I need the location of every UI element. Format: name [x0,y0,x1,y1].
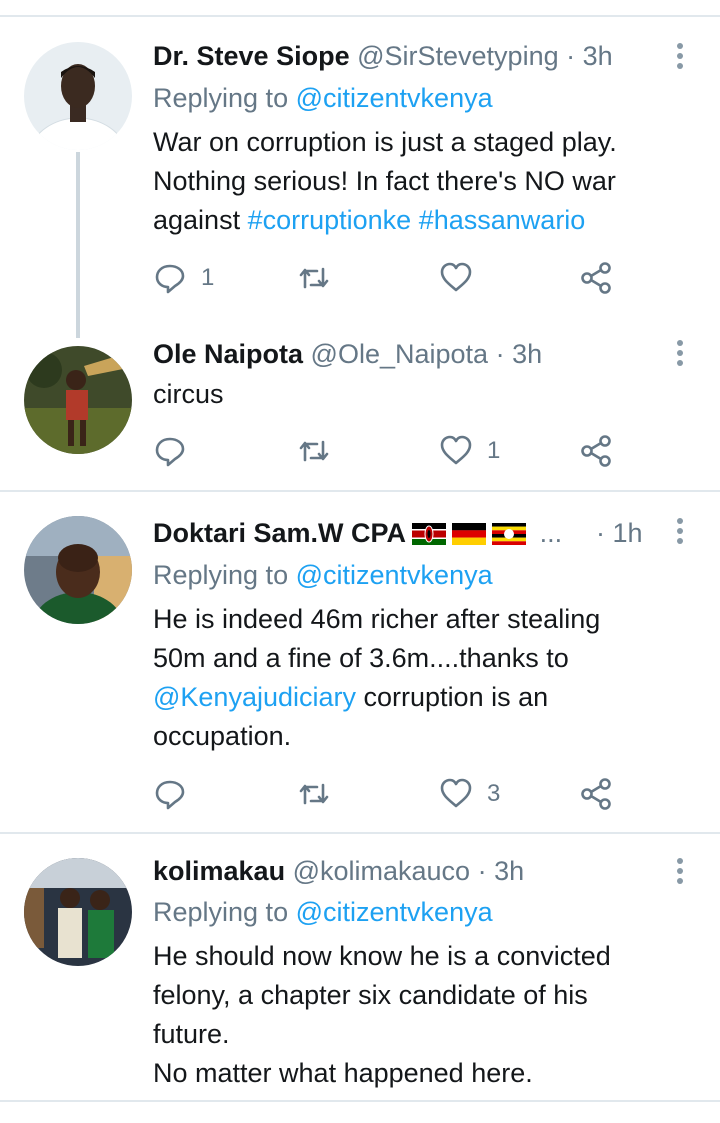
like-button[interactable] [439,260,487,296]
handle[interactable]: @SirStevetyping [357,41,559,71]
tweet-header: Dr. Steve Siope @SirStevetyping · 3h [153,40,613,72]
display-name[interactable]: kolimakau [153,856,285,886]
tweet-header: Doktari Sam.W CPA ... [153,517,562,549]
mention-link[interactable]: @Kenyajudiciary [153,682,356,712]
tweet-text-line: against [153,205,241,235]
replying-prefix: Replying to [153,83,289,113]
timestamp[interactable]: · 3h [566,41,613,71]
tweet-text: He should now know he is a convicted fel… [153,937,693,1093]
germany-flag [452,523,487,545]
like-count: 1 [487,437,501,464]
timestamp[interactable]: · 1h [596,518,643,548]
replying-to: Replying to @citizentvkenya [153,82,493,114]
more-icon[interactable] [668,858,692,886]
thread-line [76,152,80,338]
replying-to: Replying to @citizentvkenya [153,559,493,591]
display-name[interactable]: Ole Naipota [153,339,303,369]
reply-icon [155,780,185,810]
tweet-text: War on corruption is just a staged play.… [153,123,693,240]
tweet-text-line: Nothing serious! In fact there's NO war [153,166,616,196]
reply-button[interactable] [153,776,201,812]
action-bar: 1 [153,260,633,296]
replying-prefix: Replying to [153,897,289,927]
like-count: 3 [487,780,501,807]
tweet-doktari-sam[interactable]: Doktari Sam.W CPA ... · 1h Replying to @… [0,492,720,832]
bottom-divider [0,1100,720,1102]
more-icon[interactable] [668,340,692,368]
more-icon[interactable] [668,518,692,546]
timestamp[interactable]: · 3h [496,339,543,369]
uganda-flag [492,523,527,545]
kenya-flag [412,523,447,545]
replying-to-link[interactable]: @citizentvkenya [296,83,493,113]
like-button[interactable]: 1 [439,433,500,469]
handle[interactable]: @Ole_Naipota [311,339,489,369]
share-icon [581,778,611,810]
like-icon [440,435,472,465]
replying-to: Replying to @citizentvkenya [153,896,493,928]
hashtag-link[interactable]: #hassanwario [419,205,586,235]
tweet-kolimakau[interactable]: kolimakau @kolimakauco · 3h Replying to … [0,834,720,1099]
replying-to-link[interactable]: @citizentvkenya [296,560,493,590]
retweet-icon [299,267,329,289]
avatar[interactable] [24,42,132,150]
action-bar: 1 [153,433,633,469]
retweet-button[interactable] [297,433,345,469]
avatar[interactable] [24,516,132,624]
reply-icon [155,264,185,294]
tweet-ole-naipota[interactable]: Ole Naipota @Ole_Naipota · 3h circus 1 [0,330,720,490]
handle[interactable]: @kolimakauco [293,856,470,886]
hashtag-link[interactable]: #corruptionke [248,205,412,235]
tweet-header-time: · 1h [596,517,643,549]
display-name[interactable]: Doktari Sam.W CPA [153,518,406,548]
like-icon [440,778,472,808]
tweet-text: He is indeed 46m richer after stealing 5… [153,600,693,756]
tweet-steve-siope[interactable]: Dr. Steve Siope @SirStevetyping · 3h Rep… [0,0,720,338]
tweet-text-line: He should now know he is a convicted [153,941,611,971]
like-button[interactable]: 3 [439,776,500,812]
share-button[interactable] [579,433,613,469]
avatar[interactable] [24,346,132,454]
action-bar: 3 [153,776,633,812]
tweet-text-line: He is indeed 46m richer after stealing [153,604,601,634]
tweet-text-line: 50m and a fine of 3.6m....thanks to [153,643,569,673]
retweet-icon [299,440,329,462]
more-icon[interactable] [668,43,692,71]
tweet-text-line: occupation. [153,721,292,751]
retweet-button[interactable] [297,260,345,296]
share-button[interactable] [579,260,613,296]
name-truncation: ... [539,518,563,548]
retweet-button[interactable] [297,776,345,812]
tweet-text-line: corruption is an [363,682,549,712]
tweet-header: kolimakau @kolimakauco · 3h [153,855,524,887]
share-button[interactable] [579,776,613,812]
like-icon [440,262,472,292]
replying-prefix: Replying to [153,560,289,590]
tweet-text-line: circus [153,379,224,409]
tweet-text: circus [153,375,693,414]
reply-button[interactable]: 1 [153,260,214,296]
retweet-icon [299,783,329,805]
tweet-header: Ole Naipota @Ole_Naipota · 3h [153,338,542,370]
share-icon [581,435,611,467]
tweet-text-line: future. [153,1019,230,1049]
tweet-text-line: felony, a chapter six candidate of his [153,980,588,1010]
tweet-text-line: No matter what happened here. [153,1058,533,1088]
replying-to-link[interactable]: @citizentvkenya [296,897,493,927]
reply-count: 1 [201,264,215,291]
share-icon [581,262,611,294]
reply-icon [155,437,185,467]
avatar[interactable] [24,858,132,966]
reply-button[interactable] [153,433,201,469]
timestamp[interactable]: · 3h [478,856,525,886]
display-name[interactable]: Dr. Steve Siope [153,41,350,71]
tweet-text-line: War on corruption is just a staged play. [153,127,617,157]
